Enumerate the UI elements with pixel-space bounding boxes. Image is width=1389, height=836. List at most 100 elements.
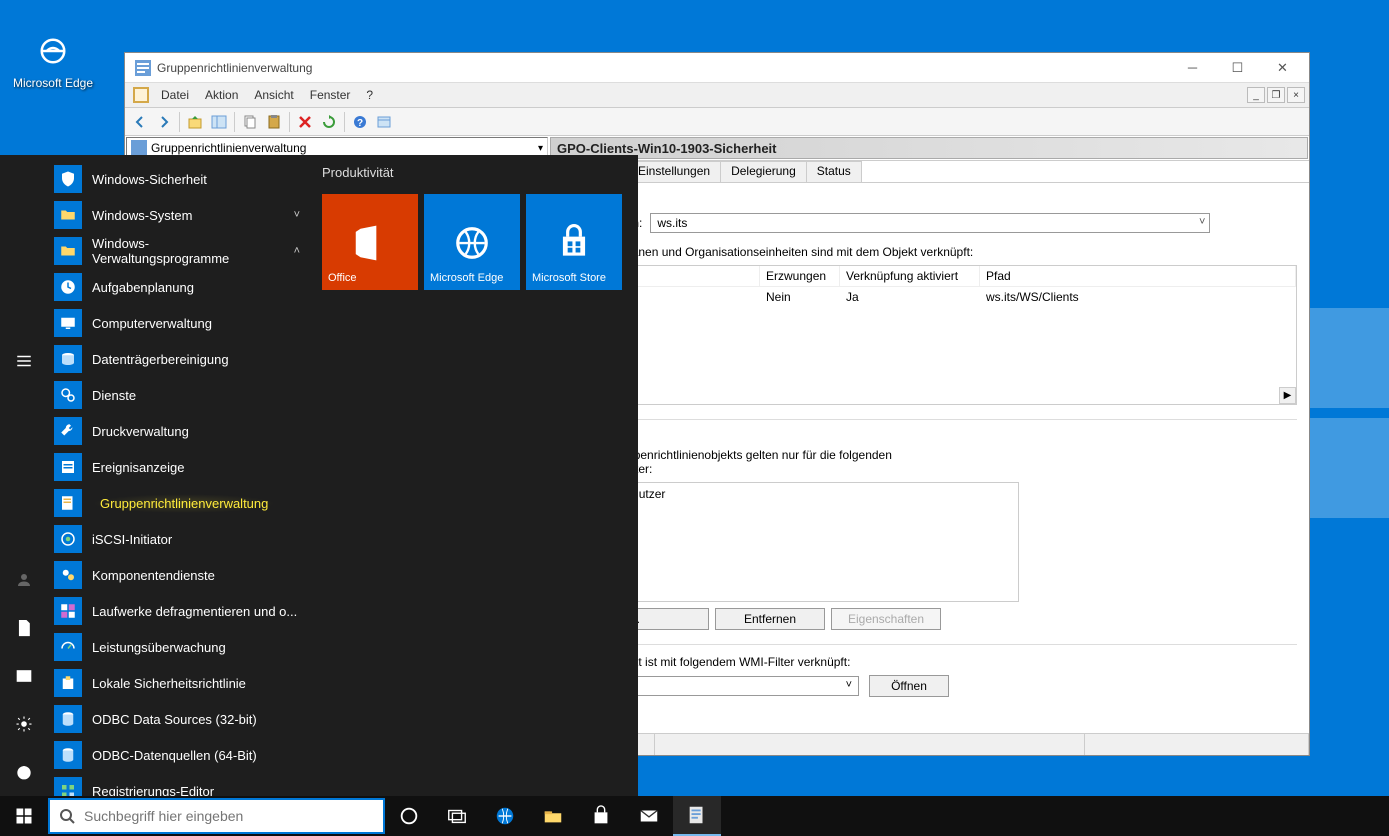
maximize-button[interactable]: ☐ bbox=[1215, 54, 1260, 82]
open-button[interactable]: Öffnen bbox=[869, 675, 949, 697]
links-intro-text: andorte, Domänen und Organisationseinhei… bbox=[559, 245, 1297, 259]
mmc-icon bbox=[133, 87, 149, 103]
app-label: Registrierungs-Editor bbox=[92, 784, 214, 797]
regedit-icon bbox=[54, 777, 82, 796]
app-regedit[interactable]: Registrierungs-Editor bbox=[48, 773, 306, 796]
taskbar-search[interactable] bbox=[48, 798, 385, 834]
app-komponentendienste[interactable]: Komponentendienste bbox=[48, 557, 306, 593]
app-odbc64[interactable]: ODBC-Datenquellen (64-Bit) bbox=[48, 737, 306, 773]
app-druckverwaltung[interactable]: Druckverwaltung bbox=[48, 413, 306, 449]
app-iscsi[interactable]: iSCSI-Initiator bbox=[48, 521, 306, 557]
menu-help[interactable]: ? bbox=[358, 85, 381, 105]
app-gruppenrichtlinienverwaltung[interactable]: Gruppenrichtlinienverwaltung bbox=[48, 485, 306, 521]
security-desc-1: n dieses Gruppenrichtlinienobjekts gelte… bbox=[559, 448, 1297, 462]
iscsi-icon bbox=[54, 525, 82, 553]
nav-forward-button[interactable] bbox=[153, 111, 175, 133]
remove-button[interactable]: Entfernen bbox=[715, 608, 825, 630]
tab-status[interactable]: Status bbox=[806, 161, 862, 182]
tile-office[interactable]: Office bbox=[322, 194, 418, 290]
task-cortana[interactable] bbox=[385, 796, 433, 836]
start-button[interactable] bbox=[0, 796, 48, 836]
event-icon bbox=[54, 453, 82, 481]
folder-icon bbox=[54, 237, 82, 265]
col-link-aktiv[interactable]: Verknüpfung aktiviert bbox=[840, 266, 980, 286]
menu-action[interactable]: Aktion bbox=[197, 85, 246, 105]
tile-edge[interactable]: Microsoft Edge bbox=[424, 194, 520, 290]
app-windows-verwaltung[interactable]: Windows-Verwaltungsprogramme ˄ bbox=[48, 233, 306, 269]
close-button[interactable]: ✕ bbox=[1260, 54, 1305, 82]
minimize-button[interactable]: ─ bbox=[1170, 54, 1215, 82]
mdi-restore[interactable]: ❐ bbox=[1267, 87, 1285, 103]
app-aufgabenplanung[interactable]: Aufgabenplanung bbox=[48, 269, 306, 305]
scroll-right-icon[interactable]: ▶ bbox=[1279, 387, 1296, 404]
app-defrag[interactable]: Laufwerke defragmentieren und o... bbox=[48, 593, 306, 629]
component-icon bbox=[54, 561, 82, 589]
start-app-list[interactable]: Windows-Sicherheit Windows-System ˅ Wind… bbox=[48, 155, 306, 796]
app-windows-sicherheit[interactable]: Windows-Sicherheit bbox=[48, 161, 306, 197]
tile-store[interactable]: Microsoft Store bbox=[526, 194, 622, 290]
task-edge[interactable] bbox=[481, 796, 529, 836]
app-label: iSCSI-Initiator bbox=[92, 532, 172, 547]
show-tree-button[interactable] bbox=[208, 111, 230, 133]
task-gpmc[interactable] bbox=[673, 796, 721, 836]
app-odbc32[interactable]: ODBC Data Sources (32-bit) bbox=[48, 701, 306, 737]
app-disk-cleanup[interactable]: Datenträgerbereinigung bbox=[48, 341, 306, 377]
links-listview[interactable]: Erzwungen Verknüpfung aktiviert Pfad Nei… bbox=[559, 265, 1297, 405]
gears-icon bbox=[54, 381, 82, 409]
app-label: Druckverwaltung bbox=[92, 424, 189, 439]
wmi-filter-dropdown[interactable]: 03 bbox=[599, 676, 859, 696]
col-erzwungen[interactable]: Erzwungen bbox=[760, 266, 840, 286]
tiles-group-header[interactable]: Produktivität bbox=[322, 165, 622, 180]
edge-icon bbox=[32, 30, 74, 72]
help-button[interactable]: ? bbox=[349, 111, 371, 133]
refresh-button[interactable] bbox=[318, 111, 340, 133]
search-input[interactable] bbox=[84, 808, 375, 824]
power-button[interactable] bbox=[0, 748, 48, 796]
app-label: Lokale Sicherheitsrichtlinie bbox=[92, 676, 246, 691]
delete-button[interactable] bbox=[294, 111, 316, 133]
col-pfad[interactable]: Pfad bbox=[980, 266, 1296, 286]
documents-button[interactable] bbox=[0, 604, 48, 652]
domain-dropdown[interactable]: ws.its bbox=[650, 213, 1210, 233]
app-dienste[interactable]: Dienste bbox=[48, 377, 306, 413]
copy-button[interactable] bbox=[239, 111, 261, 133]
app-label: Computerverwaltung bbox=[92, 316, 212, 331]
disk-icon bbox=[54, 345, 82, 373]
mdi-minimize[interactable]: _ bbox=[1247, 87, 1265, 103]
menu-window[interactable]: Fenster bbox=[302, 85, 359, 105]
security-section-title: erung bbox=[559, 430, 1297, 444]
desktop-icon-edge[interactable]: Microsoft Edge bbox=[8, 30, 98, 90]
options-button[interactable] bbox=[373, 111, 395, 133]
nav-back-button[interactable] bbox=[129, 111, 151, 133]
app-perfmon[interactable]: Leistungsüberwachung bbox=[48, 629, 306, 665]
app-label: Aufgabenplanung bbox=[92, 280, 194, 295]
task-mail[interactable] bbox=[625, 796, 673, 836]
task-view[interactable] bbox=[433, 796, 481, 836]
user-account-button[interactable] bbox=[0, 556, 48, 604]
expand-menu-button[interactable] bbox=[0, 165, 48, 556]
wrench-icon bbox=[54, 417, 82, 445]
menu-file[interactable]: Datei bbox=[153, 85, 197, 105]
titlebar[interactable]: Gruppenrichtlinienverwaltung ─ ☐ ✕ bbox=[125, 53, 1309, 83]
wmi-text: richtlinienobjekt ist mit folgendem WMI-… bbox=[559, 655, 1297, 669]
task-store[interactable] bbox=[577, 796, 625, 836]
scope-header-partial: n bbox=[559, 191, 1297, 205]
clock-icon bbox=[54, 273, 82, 301]
link-row[interactable]: Nein Ja ws.its/WS/Clients bbox=[560, 287, 1296, 307]
app-computerverwaltung[interactable]: Computerverwaltung bbox=[48, 305, 306, 341]
security-filter-list[interactable]: te Benutzer bbox=[599, 482, 1019, 602]
tab-delegierung[interactable]: Delegierung bbox=[720, 161, 807, 182]
app-windows-system[interactable]: Windows-System ˅ bbox=[48, 197, 306, 233]
app-secpol[interactable]: Lokale Sicherheitsrichtlinie bbox=[48, 665, 306, 701]
pictures-button[interactable] bbox=[0, 652, 48, 700]
up-button[interactable] bbox=[184, 111, 206, 133]
tab-einstellungen[interactable]: Einstellungen bbox=[627, 161, 721, 182]
paste-button[interactable] bbox=[263, 111, 285, 133]
menu-view[interactable]: Ansicht bbox=[246, 85, 301, 105]
settings-button[interactable] bbox=[0, 700, 48, 748]
security-list-item[interactable]: te Benutzer bbox=[604, 487, 1014, 501]
mdi-close[interactable]: × bbox=[1287, 87, 1305, 103]
task-explorer[interactable] bbox=[529, 796, 577, 836]
edge-icon bbox=[453, 224, 491, 262]
app-ereignisanzeige[interactable]: Ereignisanzeige bbox=[48, 449, 306, 485]
